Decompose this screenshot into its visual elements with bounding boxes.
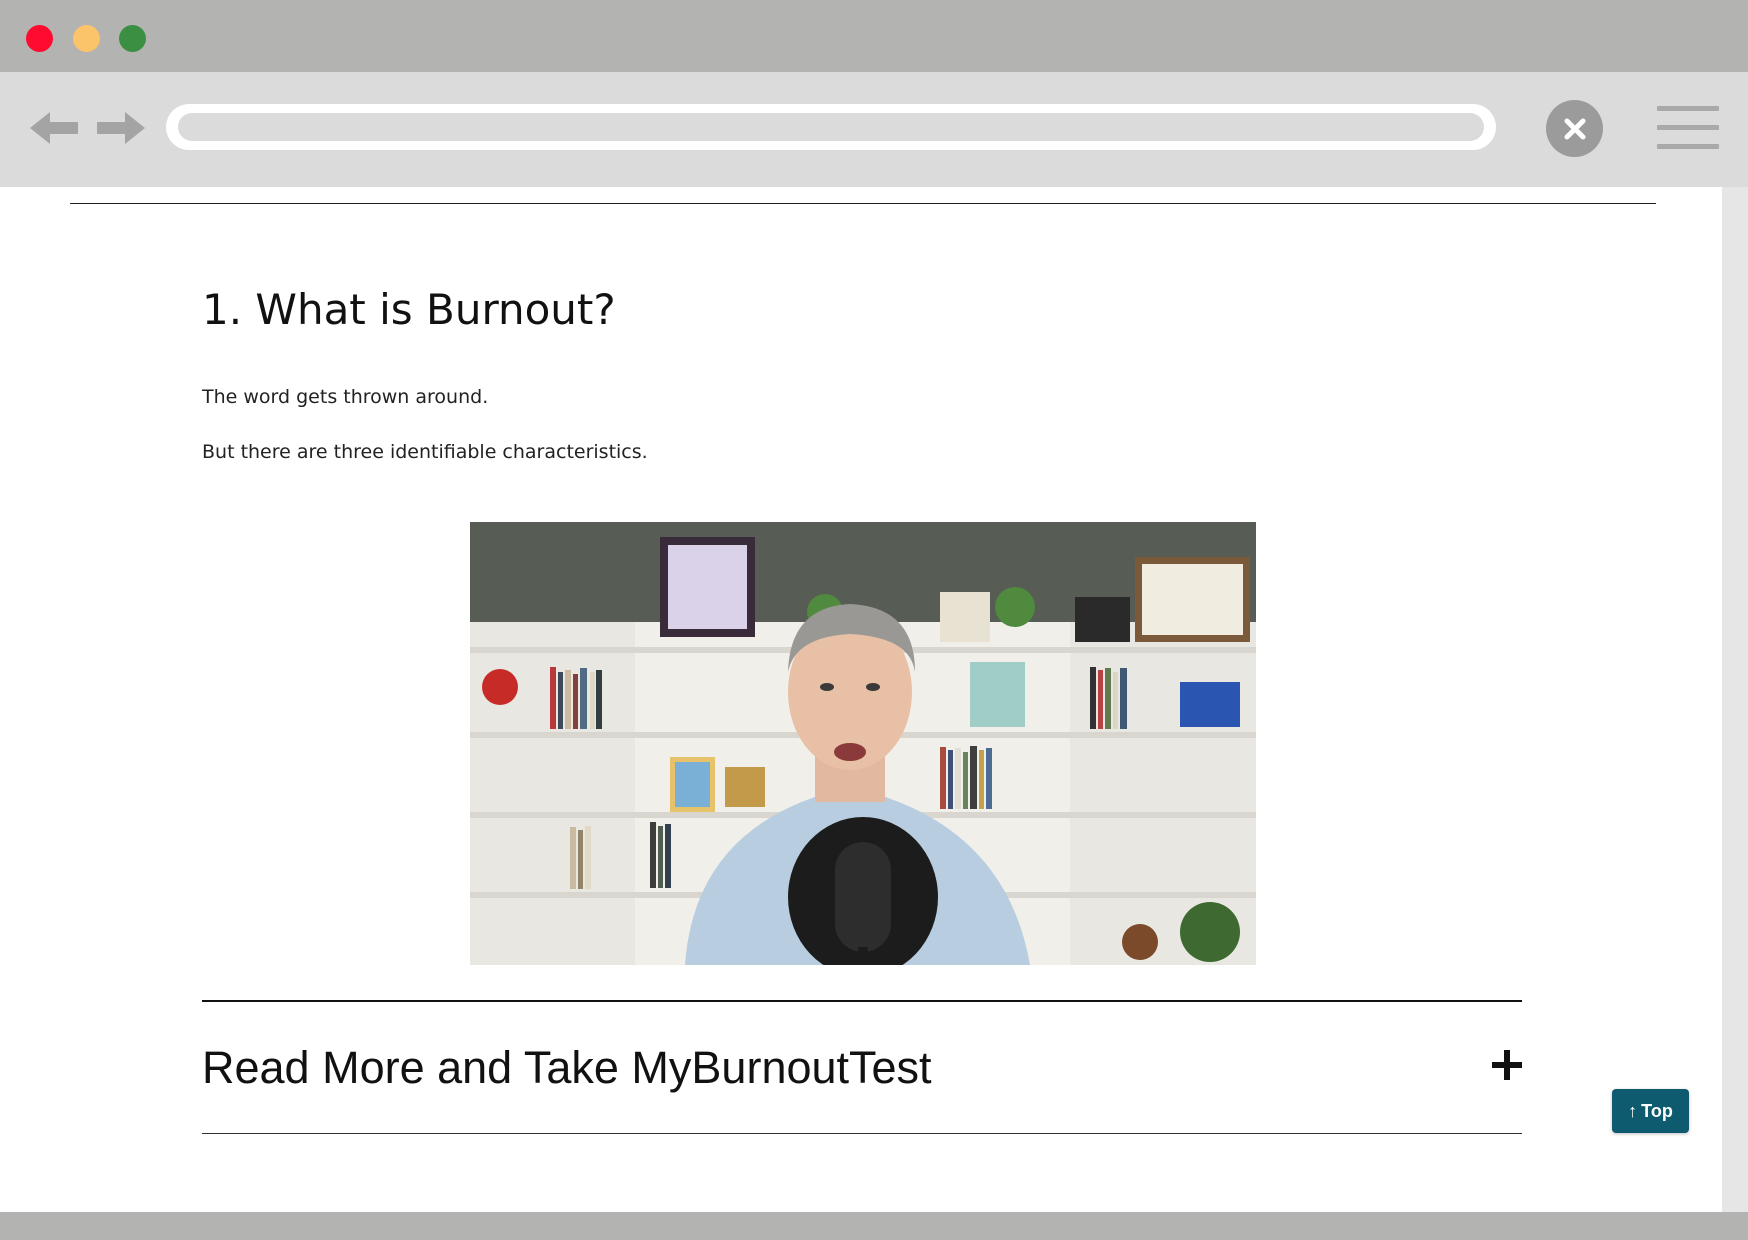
window-minimize-dot[interactable] (73, 25, 100, 52)
browser-toolbar (0, 72, 1748, 187)
arrow-up-icon: ↑ (1628, 1100, 1638, 1121)
address-bar (166, 104, 1496, 150)
accordion-title: Read More and Take MyBurnoutTest (202, 1042, 932, 1093)
video-player[interactable] (470, 522, 1256, 965)
back-to-top-label: Top (1641, 1100, 1673, 1121)
paragraph: The word gets thrown around. (202, 386, 489, 408)
plus-icon (1492, 1050, 1522, 1080)
browser-window: 1. What is Burnout? The word gets thrown… (0, 0, 1748, 1240)
section-heading: 1. What is Burnout? (202, 285, 616, 334)
close-icon (1564, 118, 1585, 139)
vertical-scrollbar[interactable] (1722, 187, 1748, 1212)
arrow-right-icon (97, 112, 145, 144)
window-close-dot[interactable] (26, 25, 53, 52)
forward-button[interactable] (97, 108, 147, 148)
stop-button[interactable] (1546, 100, 1603, 157)
section-divider (70, 203, 1656, 204)
menu-button[interactable] (1657, 106, 1719, 150)
back-to-top-button[interactable]: ↑ Top (1612, 1089, 1689, 1133)
arrow-left-icon (30, 112, 78, 144)
window-maximize-dot[interactable] (119, 25, 146, 52)
paragraph: But there are three identifiable charact… (202, 441, 648, 463)
video-thumbnail (470, 522, 1256, 965)
back-button[interactable] (30, 108, 80, 148)
accordion-divider-bottom (202, 1133, 1522, 1134)
title-bar (0, 0, 1748, 72)
window-bottom-bar (0, 1212, 1748, 1240)
accordion-toggle[interactable]: Read More and Take MyBurnoutTest (202, 1002, 1522, 1132)
url-input[interactable] (178, 113, 1484, 141)
